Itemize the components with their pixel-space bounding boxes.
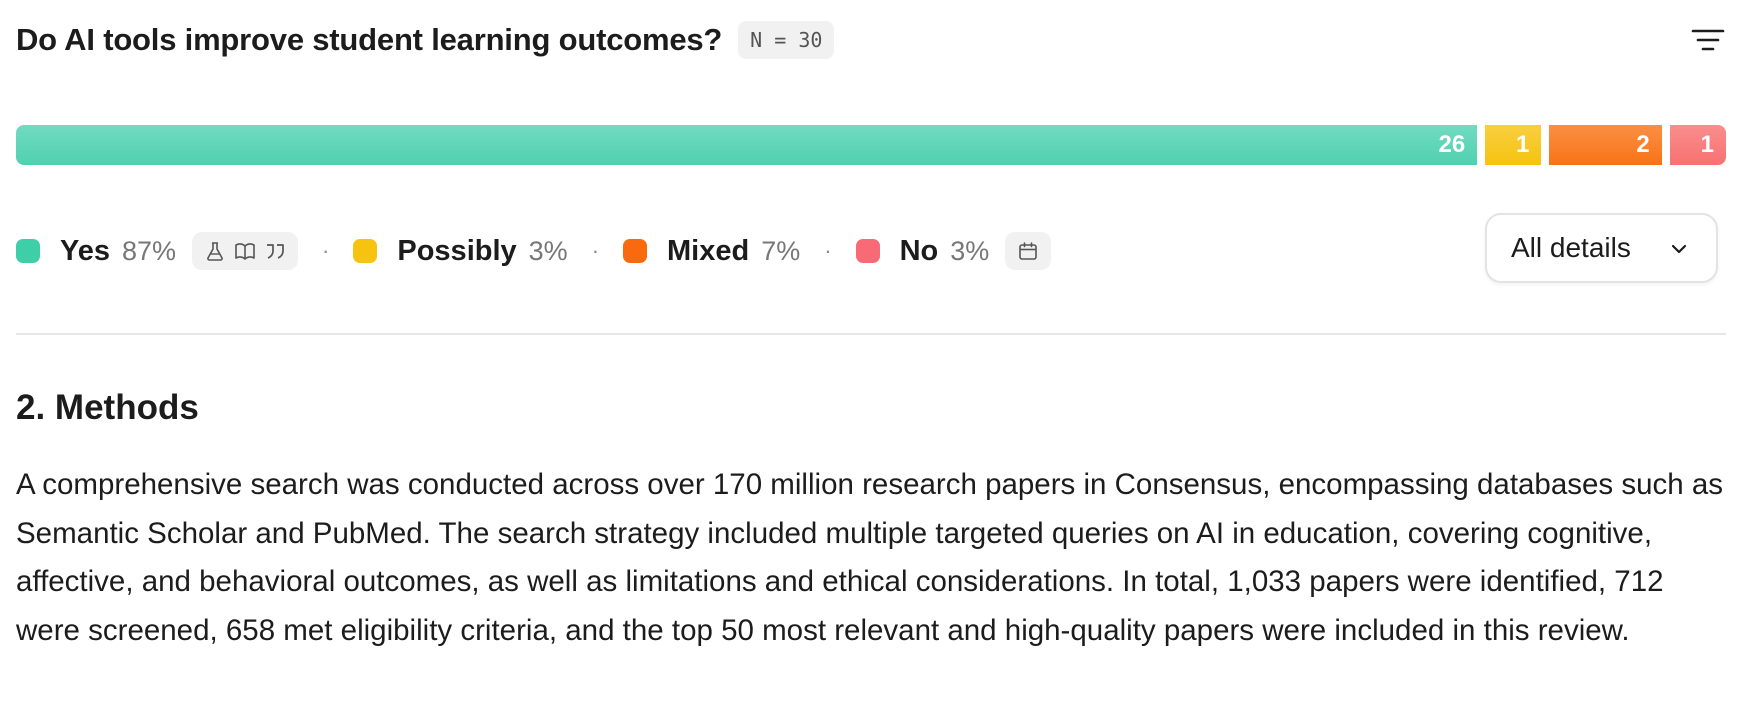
yes-color-dot [16,239,40,263]
legend-separator: · [591,238,600,263]
question-title: Do AI tools improve student learning out… [16,22,723,57]
quote-icon [267,244,284,259]
legend-label-possibly: Possibly [397,234,517,267]
calendar-icon [1019,242,1038,260]
bar-count-no: 1 [1700,131,1714,158]
legend-label-yes: Yes [60,234,110,267]
bar-count-yes: 26 [1438,131,1466,158]
bar-segment-no[interactable]: 1 [1669,125,1726,165]
bar-count-possibly: 1 [1516,131,1530,158]
methods-heading: 2. Methods [16,388,199,427]
possibly-color-dot [353,239,378,263]
bar-segment-mixed[interactable]: 2 [1549,125,1662,165]
legend-pct-possibly: 3% [528,235,568,266]
consensus-meter-bar: 26 1 2 1 [16,125,1726,165]
no-color-dot [855,239,880,263]
bar-segment-yes[interactable]: 26 [16,125,1478,165]
legend-separator: · [322,238,330,263]
sample-size-badge: N = 30 [738,21,835,59]
section-divider [16,333,1726,335]
legend-pct-no: 3% [950,235,990,266]
flask-icon [207,242,223,261]
no-detail-icons[interactable] [1005,232,1052,270]
mixed-color-dot [623,239,648,263]
bar-segment-possibly[interactable]: 1 [1485,125,1542,165]
legend-pct-mixed: 7% [761,235,801,266]
all-details-label: All details [1511,232,1631,263]
legend-pct-yes: 87% [122,235,177,266]
yes-detail-icons[interactable] [192,232,299,270]
consensus-legend: Yes 87% · Possibly 3% · Mixed 7% · No 3% [16,226,1052,276]
book-open-icon [235,243,255,260]
filter-lines-icon [1691,29,1725,51]
question-header: Do AI tools improve student learning out… [16,18,1726,62]
all-details-dropdown[interactable]: All details [1485,213,1718,283]
chevron-down-icon [1671,244,1687,254]
methods-paragraph: A comprehensive search was conducted acr… [16,468,1724,647]
filter-button[interactable] [1690,22,1726,58]
legend-label-mixed: Mixed [667,234,750,267]
legend-label-no: No [899,234,939,267]
bar-count-mixed: 2 [1636,131,1650,158]
legend-separator: · [824,238,832,263]
